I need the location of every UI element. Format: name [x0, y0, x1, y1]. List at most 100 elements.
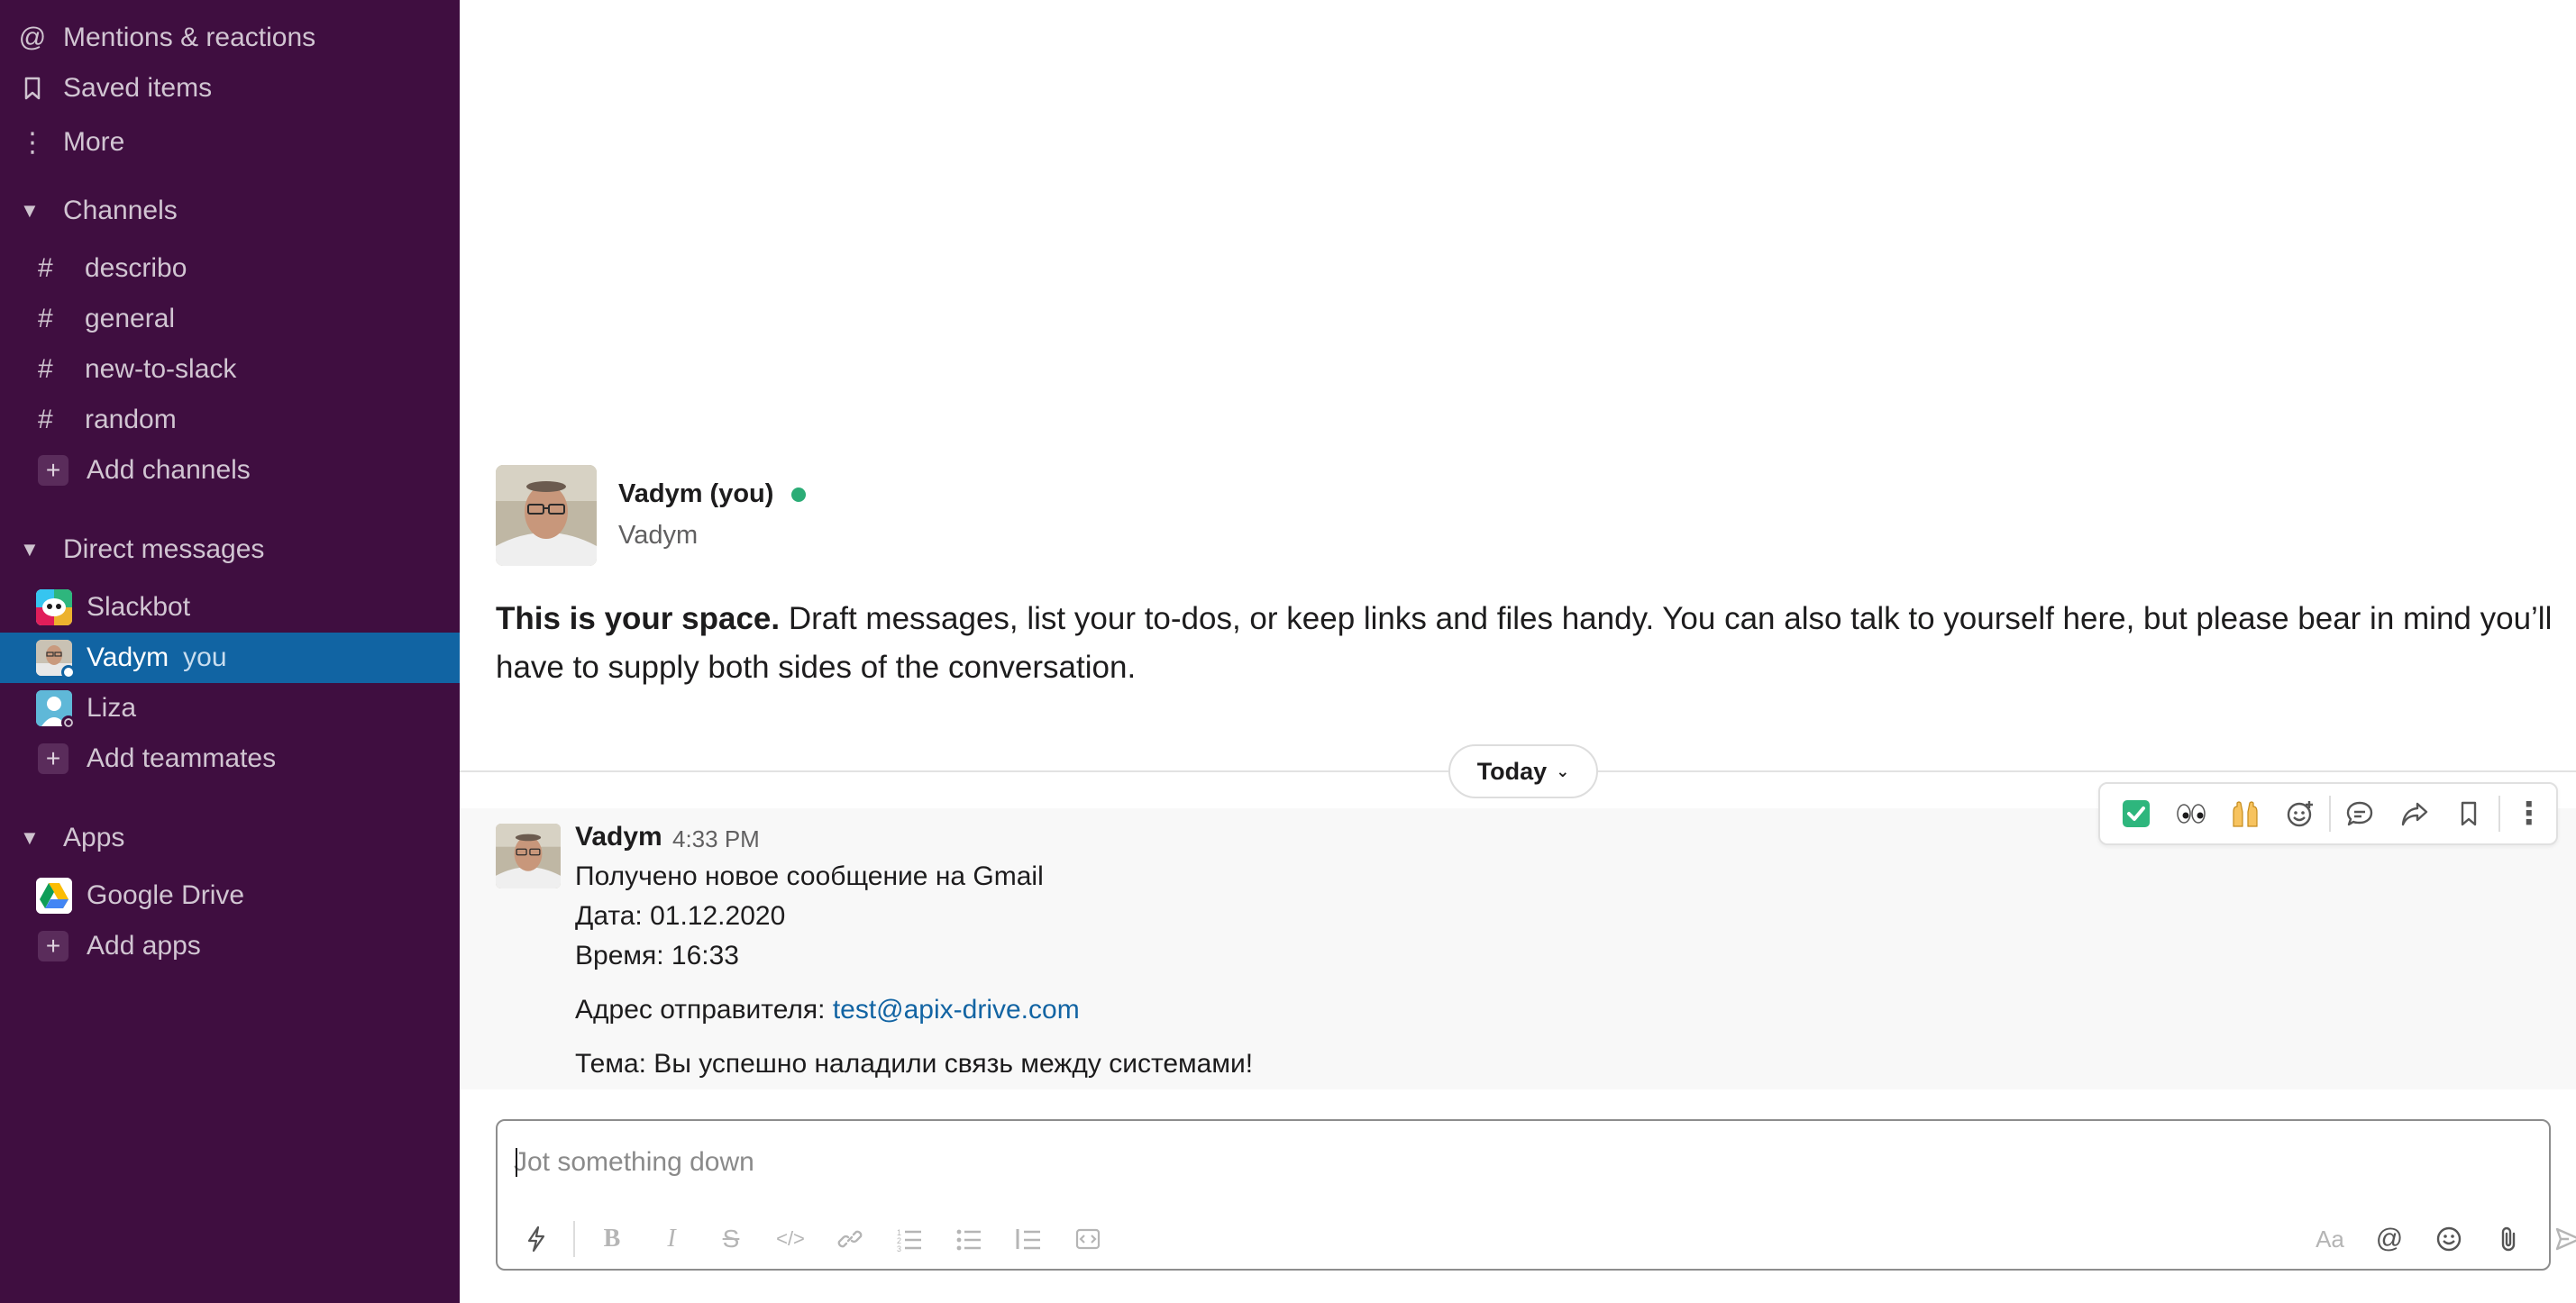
add-teammates-label: Add teammates	[87, 743, 277, 773]
hash-icon: #	[38, 405, 53, 434]
message-line: Дата: 01.12.2020	[575, 901, 786, 931]
share-icon[interactable]	[2388, 787, 2443, 841]
sidebar-item-mentions[interactable]: @ Mentions & reactions	[0, 13, 460, 63]
chevron-down-icon: ⌄	[1556, 761, 1570, 780]
mention-at-icon[interactable]: @	[2360, 1216, 2419, 1262]
bold-icon[interactable]: B	[582, 1216, 642, 1262]
link-icon[interactable]	[820, 1216, 880, 1262]
dm-label: Vadym	[87, 642, 169, 672]
shortcuts-lightning-icon[interactable]	[507, 1216, 566, 1262]
avatar	[36, 640, 76, 679]
sidebar-item-channel[interactable]: # new-to-slack	[0, 344, 460, 395]
dm-section-header[interactable]: ▼ Direct messages	[0, 524, 460, 575]
date-divider-button[interactable]: Today ⌄	[1448, 744, 1598, 798]
apps-section-header[interactable]: ▼ Apps	[0, 813, 460, 863]
intro-name[interactable]: Vadym (you)	[618, 479, 807, 509]
add-channels-label: Add channels	[87, 455, 251, 485]
hash-icon: #	[38, 354, 53, 384]
intro-subtitle: Vadym	[618, 521, 699, 550]
app-label: Google Drive	[87, 880, 245, 910]
message-actions-toolbar: ⋮	[2098, 782, 2558, 845]
dm-label: Slackbot	[87, 592, 191, 622]
add-teammates-button[interactable]: + Add teammates	[0, 734, 460, 784]
more-vertical-icon: ⋮	[19, 127, 46, 158]
more-actions-icon[interactable]: ⋮	[2502, 787, 2557, 841]
toolbar-separator	[573, 1221, 575, 1257]
check-mark-emoji-button[interactable]	[2109, 787, 2164, 841]
at-icon: @	[18, 23, 47, 52]
channel-label: describo	[85, 253, 187, 283]
online-status-dot	[791, 487, 807, 503]
message-author[interactable]: Vadym	[575, 822, 662, 852]
message-input[interactable]	[514, 1137, 2497, 1188]
main-pane: Vadym (you) Vadym This is your space. Dr…	[460, 0, 2576, 1303]
reply-thread-icon[interactable]	[2333, 787, 2388, 841]
italic-icon[interactable]: I	[642, 1216, 701, 1262]
section-label: Apps	[63, 823, 125, 852]
sidebar-item-saved[interactable]: Saved items	[0, 63, 460, 114]
sidebar-item-more[interactable]: ⋮ More	[0, 117, 460, 168]
intro-description: This is your space. Draft messages, list…	[496, 595, 2569, 692]
section-label: Direct messages	[63, 534, 265, 564]
sidebar-item-label: Mentions & reactions	[63, 23, 316, 52]
add-channels-button[interactable]: + Add channels	[0, 445, 460, 496]
toolbar-separator	[2329, 796, 2332, 832]
message-line: Получено новое сообщение на Gmail	[575, 861, 1044, 891]
blockquote-icon[interactable]	[999, 1216, 1058, 1262]
channels-section-header[interactable]: ▼ Channels	[0, 186, 460, 236]
raised-hands-emoji-button[interactable]	[2218, 787, 2273, 841]
sidebar-item-channel[interactable]: # describo	[0, 243, 460, 294]
sidebar: @ Mentions & reactions Saved items ⋮ Mor…	[0, 0, 460, 1303]
sidebar-item-label: More	[63, 127, 125, 157]
bookmark-icon[interactable]	[2442, 787, 2497, 841]
formatting-toggle-icon[interactable]: Aa	[2300, 1216, 2360, 1262]
add-apps-label: Add apps	[87, 931, 201, 961]
sidebar-item-dm-liza[interactable]: Liza	[0, 683, 460, 734]
plus-icon: +	[38, 743, 69, 774]
sidebar-item-dm-slackbot[interactable]: Slackbot	[0, 582, 460, 633]
composer-actions-toolbar: Aa @	[2300, 1216, 2576, 1262]
channel-label: new-to-slack	[85, 354, 237, 384]
caret-down-icon: ▼	[20, 199, 40, 222]
message-hover-background	[460, 808, 2576, 1089]
eyes-emoji-button[interactable]	[2164, 787, 2219, 841]
send-icon[interactable]	[2538, 1216, 2576, 1262]
bulleted-list-icon[interactable]	[939, 1216, 999, 1262]
sidebar-item-dm-vadym[interactable]: Vadym you	[0, 633, 460, 683]
hash-icon: #	[38, 304, 53, 333]
date-label: Today	[1476, 757, 1548, 785]
message-line: Время: 16:33	[575, 941, 739, 970]
caret-down-icon: ▼	[20, 826, 40, 849]
attach-paperclip-icon[interactable]	[2479, 1216, 2538, 1262]
add-reaction-icon[interactable]	[2273, 787, 2328, 841]
svg-text:3: 3	[897, 1244, 901, 1252]
message-subject: Тема: Вы успешно наладили связь между си…	[575, 1049, 1254, 1079]
bookmark-icon	[16, 77, 49, 100]
emoji-icon[interactable]	[2419, 1216, 2479, 1262]
channel-label: general	[85, 304, 176, 333]
sidebar-item-channel[interactable]: # random	[0, 395, 460, 445]
ordered-list-icon[interactable]: 123	[880, 1216, 939, 1262]
strikethrough-icon[interactable]: S	[701, 1216, 761, 1262]
message-avatar[interactable]	[496, 824, 561, 888]
toolbar-separator	[2498, 796, 2500, 832]
caret-down-icon: ▼	[20, 538, 40, 560]
plus-icon: +	[38, 931, 69, 961]
sidebar-item-label: Saved items	[63, 73, 213, 103]
sidebar-item-channel[interactable]: # general	[0, 294, 460, 344]
hash-icon: #	[38, 253, 53, 283]
add-apps-button[interactable]: + Add apps	[0, 921, 460, 971]
sidebar-item-app-google-drive[interactable]: Google Drive	[0, 870, 460, 921]
avatar[interactable]	[496, 465, 597, 566]
text-cursor	[516, 1148, 517, 1177]
code-icon[interactable]: </>	[761, 1216, 820, 1262]
dm-label: Liza	[87, 693, 137, 723]
default-avatar	[36, 690, 76, 730]
composer-format-toolbar: B I S </> 123	[507, 1216, 1118, 1262]
presence-indicator	[61, 715, 76, 730]
you-label: you	[183, 642, 227, 672]
sender-email-link[interactable]: test@apix-drive.com	[833, 995, 1080, 1025]
message-timestamp[interactable]: 4:33 PM	[672, 825, 760, 853]
code-block-icon[interactable]	[1058, 1216, 1118, 1262]
intro-bold-text: This is your space.	[496, 601, 781, 636]
